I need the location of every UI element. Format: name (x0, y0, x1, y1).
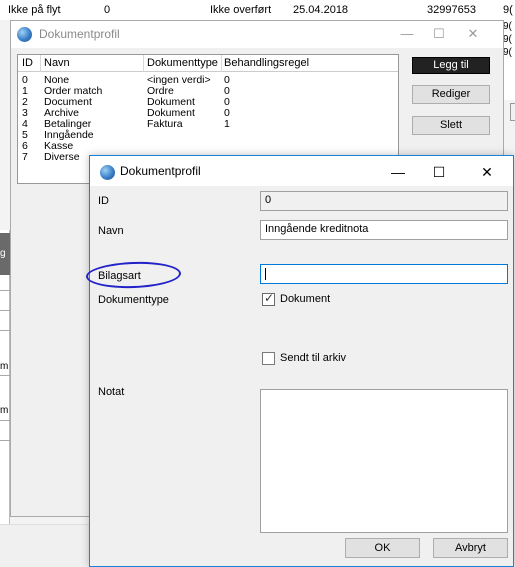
background-partial-button[interactable] (510, 103, 515, 121)
cell-navn: Diverse (44, 151, 80, 163)
notat-label: Notat (98, 386, 125, 398)
id-field: 0 (260, 191, 508, 211)
background-left-panel (0, 230, 10, 530)
app-globe-icon (17, 27, 32, 42)
background-top-row: Ikke på flyt 0 Ikke overført 25.04.2018 … (0, 0, 515, 20)
bg-number-partial: 9( (503, 4, 513, 16)
dokument-checkbox-label[interactable]: Dokument (280, 293, 330, 305)
column-header-type[interactable]: Dokumenttype (147, 57, 218, 69)
ok-button[interactable]: OK (345, 538, 420, 558)
sendt-til-arkiv-checkbox[interactable] (262, 352, 275, 365)
divider (0, 375, 10, 376)
sendt-til-arkiv-label[interactable]: Sendt til arkiv (280, 352, 346, 364)
divider (221, 55, 222, 72)
bg-left-letter: m (0, 361, 9, 372)
bilagsart-field[interactable] (260, 264, 508, 284)
dokumenttype-label: Dokumenttype (98, 294, 169, 306)
bg-status: Ikke på flyt (8, 4, 61, 16)
column-header-id[interactable]: ID (22, 57, 33, 69)
background-left-header: g (0, 233, 10, 275)
edit-button[interactable]: Rediger (412, 85, 490, 104)
column-header-navn[interactable]: Navn (44, 57, 70, 69)
text-caret (265, 268, 266, 280)
id-label: ID (98, 195, 109, 207)
dokument-checkbox[interactable] (262, 291, 275, 306)
divider (0, 440, 10, 441)
list-header: ID Navn Dokumenttype Behandlingsregel (18, 55, 398, 72)
delete-button[interactable]: Slett (412, 116, 490, 135)
maximize-icon[interactable]: ☐ (429, 163, 449, 181)
background-right-column: 9( 9( 9( (503, 20, 515, 100)
bg-transfer-status: Ikke overført (210, 4, 272, 16)
window-title: Dokumentprofil (39, 27, 120, 41)
divider (0, 290, 10, 291)
bg-date: 25.04.2018 (293, 4, 349, 16)
close-icon[interactable]: ✕ (463, 25, 483, 43)
dialog-title: Dokumentprofil (120, 164, 201, 178)
bg-count: 0 (104, 4, 111, 16)
notat-textarea[interactable] (260, 389, 508, 533)
bg-right-cell: 9( (503, 34, 512, 45)
cell-regel: 1 (224, 118, 230, 130)
navn-label: Navn (98, 225, 124, 237)
bg-left-letter: m (0, 405, 9, 416)
divider (0, 330, 10, 331)
bg-right-cell: 9( (503, 47, 512, 58)
maximize-icon[interactable]: ☐ (429, 25, 449, 43)
bg-number: 32997653 (427, 4, 476, 16)
document-profile-dialog: Dokumentprofil — ☐ ✕ ID 0 Navn Inngående… (89, 155, 514, 567)
title-bar: Dokumentprofil — ☐ ✕ (90, 156, 513, 186)
bg-right-cell: 9( (503, 21, 512, 32)
title-bar: Dokumentprofil — ☐ ✕ (11, 21, 503, 48)
divider (40, 55, 41, 72)
cancel-button[interactable]: Avbryt (433, 538, 508, 558)
close-icon[interactable]: ✕ (477, 163, 497, 181)
table-row[interactable]: 5 Inngående (18, 130, 398, 141)
divider (143, 55, 144, 72)
bg-left-letter: g (0, 248, 6, 259)
app-globe-icon (100, 165, 115, 180)
minimize-icon[interactable]: — (397, 25, 417, 43)
add-button[interactable]: Legg til (412, 57, 490, 74)
divider (0, 310, 10, 311)
cell-id: 7 (22, 151, 28, 163)
navn-field[interactable]: Inngående kreditnota (260, 220, 508, 240)
column-header-regel[interactable]: Behandlingsregel (224, 57, 309, 69)
divider (0, 420, 10, 421)
minimize-icon[interactable]: — (388, 163, 408, 181)
cell-type: Faktura (147, 118, 183, 130)
